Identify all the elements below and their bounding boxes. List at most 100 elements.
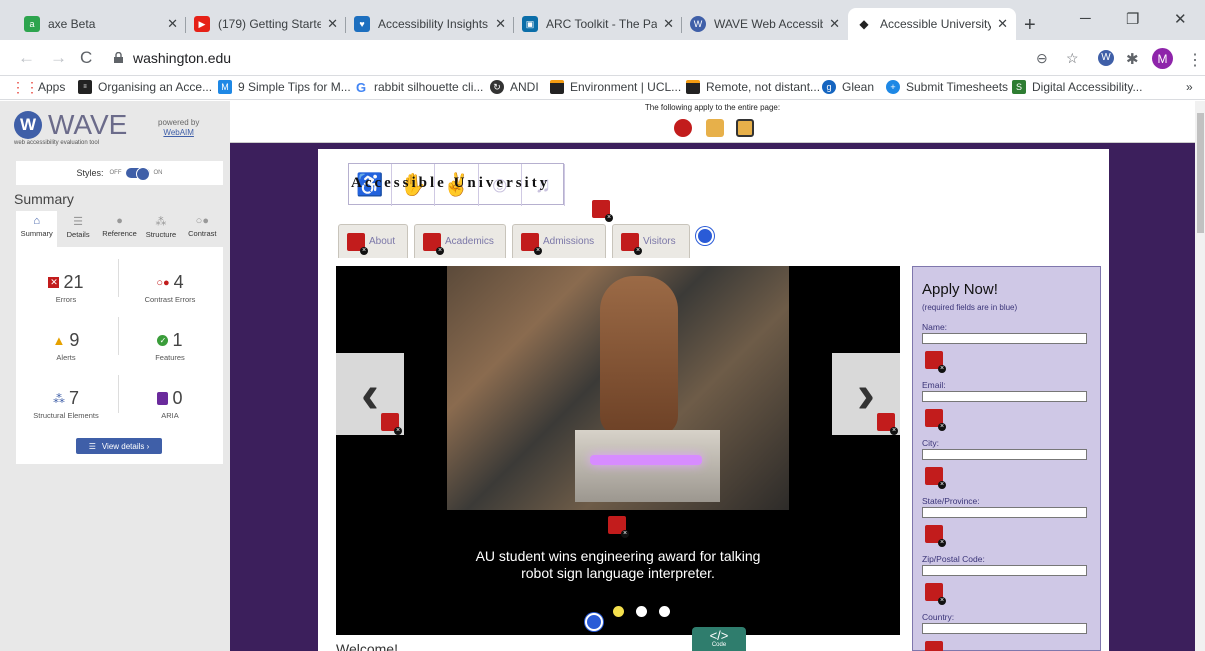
label-error-icon[interactable] [925,351,946,373]
nav-tab-academics[interactable]: Academics [414,224,506,258]
tab-title: ARC Toolkit - The Pacie [546,17,658,31]
forward-icon[interactable]: → [50,48,67,68]
styles-toggle[interactable] [125,167,150,181]
robot-head-image [600,276,678,436]
bookmarks-bar: ⋮⋮ Apps ≡ Organising an Acce... M9 Simple … [0,76,1205,100]
label-error-icon[interactable] [925,467,946,489]
page-language-error-icon[interactable] [674,119,692,137]
code-toggle-button[interactable]: </> Code [692,627,746,651]
label-error-icon[interactable] [925,409,946,431]
country-field[interactable] [922,623,1087,634]
browser-tab-youtube[interactable]: ▶ (179) Getting Started w ✕ [186,8,346,40]
carousel-dot-3[interactable] [659,606,670,617]
window-close-icon[interactable]: ✕ [1174,10,1187,28]
error-icon: ✕ [48,277,60,288]
tab-contrast[interactable]: ○● Contrast [182,211,223,247]
contrast-icon: ○● [195,215,209,227]
stat-aria[interactable]: 0 ARIA [120,388,220,420]
wave-tabs: ⌂ Summary ☰ Details ● Reference ⁂ Structure … [16,211,223,247]
bookmark-simple-tips[interactable]: M9 Simple Tips for M... [218,80,351,94]
close-tab-icon[interactable]: ✕ [829,16,840,32]
webaim-link[interactable]: WebAIM [163,128,194,137]
zip-field[interactable] [922,565,1087,576]
tab-title: (179) Getting Started w [218,17,322,31]
stat-structural[interactable]: ⁂ 7 Structural Elements [16,388,116,420]
chevron-left-icon: ‹ [361,364,379,424]
label-country: Country: [922,612,955,622]
browser-tab-accessible-university[interactable]: ◆ Accessible University D ✕ [848,8,1016,40]
carousel-dot-2[interactable] [636,606,647,617]
bookmark-digital-accessibility[interactable]: S Digital Accessibility... [1012,80,1142,94]
page-alert-icon[interactable] [736,119,754,137]
page-title-feature-icon[interactable] [706,119,724,137]
browser-tab-wave[interactable]: W WAVE Web Accessibility ✕ [682,8,848,40]
carousel-dot-1[interactable] [613,606,624,617]
reload-icon[interactable]: C [80,48,92,68]
stat-contrast-errors[interactable]: ○● 4 Contrast Errors [120,272,220,304]
stat-errors[interactable]: ✕ 21 Errors [16,272,116,304]
list-structure-icon[interactable] [585,613,603,631]
image-error-icon[interactable] [592,200,613,222]
name-field[interactable] [922,333,1087,344]
back-icon[interactable]: ← [18,48,35,68]
close-tab-icon[interactable]: ✕ [997,16,1008,32]
close-tab-icon[interactable]: ✕ [495,16,506,32]
bookmark-organising[interactable]: ≡ Organising an Acce... [78,80,212,94]
close-tab-icon[interactable]: ✕ [663,16,674,32]
contrast-error-icon: ○● [156,276,170,289]
list-structure-icon[interactable] [696,227,714,245]
nav-tab-visitors[interactable]: Visitors [612,224,690,258]
address-bar[interactable] [104,45,1089,71]
info-icon: ● [116,215,123,227]
wave-sidebar: W WAVE web accessibility evaluation tool … [0,101,230,651]
view-details-button[interactable]: ☰ View details › [76,438,162,454]
scrollbar-thumb[interactable] [1197,113,1204,233]
state-field[interactable] [922,507,1087,518]
email-field[interactable] [922,391,1087,402]
bookmark-andi[interactable]: ↻ ANDI [490,80,539,94]
bookmark-environment[interactable]: Environment | UCL... [550,80,681,94]
image-error-icon[interactable] [877,413,898,435]
tab-reference[interactable]: ● Reference [99,211,140,247]
bookmark-apps[interactable]: ⋮⋮ Apps [11,79,65,95]
new-tab-button[interactable]: + [1024,14,1036,37]
restore-icon[interactable]: ❐ [1126,10,1139,28]
list-icon: ☰ [73,216,84,228]
browser-tab-accessibility-insights[interactable]: ♥ Accessibility Insights fo ✕ [346,8,514,40]
bookmark-rabbit[interactable]: Grabbit silhouette cli... [354,80,483,95]
wave-extension-icon[interactable]: W [1098,50,1114,66]
label-error-icon[interactable] [925,525,946,547]
browser-menu-icon[interactable]: ⋮ [1187,50,1203,70]
bookmark-timesheets[interactable]: + Submit Timesheets [886,80,1008,94]
tab-structure[interactable]: ⁂ Structure [140,211,181,247]
image-error-icon[interactable] [381,413,402,435]
minimize-icon[interactable]: ─ [1080,10,1091,27]
tab-summary[interactable]: ⌂ Summary [16,211,58,247]
bookmark-favicon-icon: ↻ [490,80,504,94]
browser-tab-axe[interactable]: a axe Beta ✕ [16,8,186,40]
bookmark-remote[interactable]: Remote, not distant... [686,80,820,94]
close-tab-icon[interactable]: ✕ [327,16,338,32]
stat-alerts[interactable]: ▲ 9 Alerts [16,330,116,362]
label-city: City: [922,438,939,448]
feature-check-icon: ✓ [157,335,169,346]
close-tab-icon[interactable]: ✕ [167,16,178,32]
city-field[interactable] [922,449,1087,460]
tab-details[interactable]: ☰ Details [57,211,98,247]
label-error-icon[interactable] [925,641,943,651]
label-error-icon[interactable] [925,583,946,605]
browser-tab-arc-toolkit[interactable]: ▣ ARC Toolkit - The Pacie ✕ [514,8,682,40]
axe-favicon-icon: a [24,16,40,32]
url-text[interactable]: washington.edu [133,50,231,66]
image-error-icon[interactable] [608,516,629,538]
nav-tab-admissions[interactable]: Admissions [512,224,606,258]
bookmark-glean[interactable]: g Glean [822,80,874,94]
zoom-icon[interactable]: ⊖ [1036,50,1048,67]
site-logo[interactable]: ♿ ✋ ✌ ☺ ♫ Accessible University [348,163,566,206]
stat-features[interactable]: ✓ 1 Features [120,330,220,362]
more-bookmarks-icon[interactable]: » [1186,80,1193,94]
nav-tab-about[interactable]: About [338,224,408,258]
bookmark-star-icon[interactable]: ☆ [1066,50,1079,67]
profile-avatar[interactable]: M [1152,48,1173,69]
extensions-puzzle-icon[interactable]: ✱ [1126,50,1139,68]
